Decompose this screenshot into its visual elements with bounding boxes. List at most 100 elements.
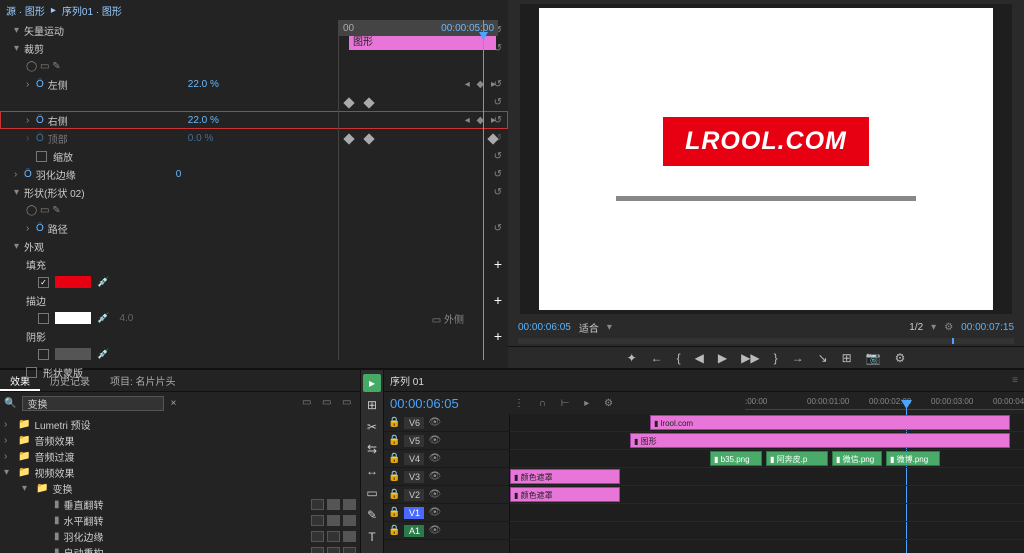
tool-button[interactable]: ⇆ <box>363 440 381 458</box>
track-name[interactable]: V4 <box>404 453 424 465</box>
chevron-icon[interactable]: ▾ <box>14 25 24 36</box>
track-lane[interactable] <box>510 504 1024 522</box>
tool-button[interactable]: T <box>363 528 381 546</box>
mini-playhead[interactable] <box>483 20 484 360</box>
fx-tree-item[interactable]: ▾📁视频效果 <box>4 464 356 480</box>
lock-icon[interactable]: 🔒 <box>388 435 400 446</box>
sequence-link[interactable]: 序列01 · 图形 <box>62 3 122 18</box>
transport-button[interactable]: ▶ <box>718 351 727 365</box>
track-name[interactable]: V3 <box>404 471 424 483</box>
color-swatch[interactable] <box>55 348 91 360</box>
mini-timeline[interactable]: 00 00:00:05:00 图形 <box>338 20 498 360</box>
fx-tree-item[interactable]: ▮垂直翻转 <box>4 496 356 512</box>
property-value[interactable]: 22.0 % <box>188 115 248 126</box>
checkbox[interactable] <box>36 151 47 162</box>
stopwatch-icon[interactable]: Ö <box>36 79 44 90</box>
zoom-scrollbar[interactable] <box>518 338 1014 344</box>
timeline-clip[interactable]: ▮ 微博.png <box>886 451 940 466</box>
property-row[interactable]: 形状蒙版 <box>0 363 508 381</box>
property-value[interactable]: 0.0 % <box>188 133 248 144</box>
track-name[interactable]: V2 <box>404 489 424 501</box>
mask-shape-icons[interactable]: ◯ ▭ ✎ <box>26 61 61 72</box>
chevron-icon[interactable]: › <box>26 115 36 126</box>
track-name[interactable]: V1 <box>404 507 424 519</box>
eye-icon[interactable]: 👁 <box>428 417 441 428</box>
preview-viewport[interactable]: LROOL.COM <box>520 4 1012 314</box>
transport-button[interactable]: → <box>792 351 804 365</box>
track-name[interactable]: A1 <box>404 525 424 537</box>
checkbox[interactable] <box>26 367 37 378</box>
lock-icon[interactable]: 🔒 <box>388 453 400 464</box>
stopwatch-icon[interactable]: Ö <box>36 223 44 234</box>
eye-icon[interactable]: 👁 <box>428 489 441 500</box>
timeline-clip[interactable]: ▮ 微信.png <box>832 451 882 466</box>
keyframe-icon[interactable] <box>343 97 354 108</box>
fx-tree-item[interactable]: ›📁音频过渡 <box>4 448 356 464</box>
chevron-icon[interactable]: ▾ <box>14 187 24 198</box>
32bit-filter-icon[interactable]: ▭ <box>322 397 336 409</box>
transport-button[interactable]: } <box>774 351 778 365</box>
fit-dropdown[interactable]: 适合 <box>579 320 599 335</box>
stopwatch-icon[interactable]: Ö <box>36 133 44 144</box>
clear-search-icon[interactable]: × <box>170 398 176 409</box>
keyframe-icon[interactable] <box>363 97 374 108</box>
eye-icon[interactable]: 👁 <box>428 471 441 482</box>
time-ruler[interactable]: :00:0000:00:01:0000:00:02:0000:00:03:000… <box>745 396 1024 410</box>
yuv-filter-icon[interactable]: ▭ <box>342 397 356 409</box>
panel-menu-icon[interactable]: ≡ <box>1012 375 1018 386</box>
eye-icon[interactable]: 👁 <box>428 453 441 464</box>
transport-button[interactable]: ↘ <box>818 351 828 365</box>
settings-icon[interactable]: ⚙ <box>944 322 953 333</box>
fx-tree-item[interactable]: ›📁音频效果 <box>4 432 356 448</box>
chevron-icon[interactable]: ▾ <box>14 43 24 54</box>
transport-button[interactable]: 📷 <box>866 351 881 365</box>
checkbox[interactable] <box>38 349 49 360</box>
color-swatch[interactable] <box>55 276 91 288</box>
keyframe-icon[interactable] <box>487 133 498 144</box>
resolution-dropdown[interactable]: 1/2 <box>909 322 923 333</box>
tool-button[interactable]: ⊞ <box>363 396 381 414</box>
transport-button[interactable]: ⊞ <box>842 351 852 365</box>
keyframe-icon[interactable] <box>343 133 354 144</box>
fx-tree-item[interactable]: ›📁Lumetri 预设 <box>4 416 356 432</box>
timeline-timecode[interactable]: 00:00:06:05 <box>390 396 510 411</box>
track-header[interactable]: 🔒 V4 👁 <box>384 450 509 468</box>
stopwatch-icon[interactable]: Ö <box>24 169 32 180</box>
track-header[interactable]: 🔒A1👁 <box>384 522 509 540</box>
fx-tree-item[interactable]: ▮羽化边缘 <box>4 528 356 544</box>
eye-icon[interactable]: 👁 <box>428 507 441 518</box>
property-value[interactable]: 22.0 % <box>188 79 248 90</box>
tool-button[interactable]: ✂ <box>363 418 381 436</box>
transport-button[interactable]: ← <box>651 351 663 365</box>
track-name[interactable]: V5 <box>404 435 424 447</box>
color-swatch[interactable] <box>55 312 91 324</box>
timeline-clip[interactable]: ▮ b35.png <box>710 451 762 466</box>
accel-filter-icon[interactable]: ▭ <box>302 397 316 409</box>
transport-button[interactable]: ▶▶ <box>741 351 759 365</box>
timeline-clip[interactable]: ▮ 阿奔皮.p <box>766 451 828 466</box>
lock-icon[interactable]: 🔒 <box>388 507 400 518</box>
checkbox[interactable] <box>38 313 49 324</box>
track-name[interactable]: V6 <box>404 417 424 429</box>
tool-button[interactable]: ✎ <box>363 506 381 524</box>
mini-clip[interactable]: 图形 <box>349 36 496 50</box>
chevron-icon[interactable]: › <box>26 79 36 90</box>
eyedropper-icon[interactable]: 💉 <box>97 349 109 360</box>
lock-icon[interactable]: 🔒 <box>388 417 400 428</box>
transport-button[interactable]: { <box>677 351 681 365</box>
property-value[interactable]: 0 <box>176 169 236 180</box>
mask-shape-icons[interactable]: ◯ ▭ ✎ <box>26 205 61 216</box>
fx-tree-item[interactable]: ▾📁变换 <box>4 480 356 496</box>
keyframe-icon[interactable] <box>363 133 374 144</box>
lock-icon[interactable]: 🔒 <box>388 489 400 500</box>
track-header[interactable]: 🔒 V6 👁 <box>384 414 509 432</box>
stopwatch-icon[interactable]: Ö <box>36 115 44 126</box>
lock-icon[interactable]: 🔒 <box>388 471 400 482</box>
timeline-clip[interactable]: ▮ lrool.com <box>650 415 1010 430</box>
tool-button[interactable]: ↔ <box>363 462 381 480</box>
chevron-icon[interactable]: › <box>26 223 36 234</box>
track-header[interactable]: 🔒 V1 👁 <box>384 504 509 522</box>
lock-icon[interactable]: 🔒 <box>388 525 400 536</box>
chevron-icon[interactable]: › <box>26 133 36 144</box>
timeline-options[interactable]: ⋮ ∩ ⊢ ▸ ⚙ <box>514 398 619 409</box>
